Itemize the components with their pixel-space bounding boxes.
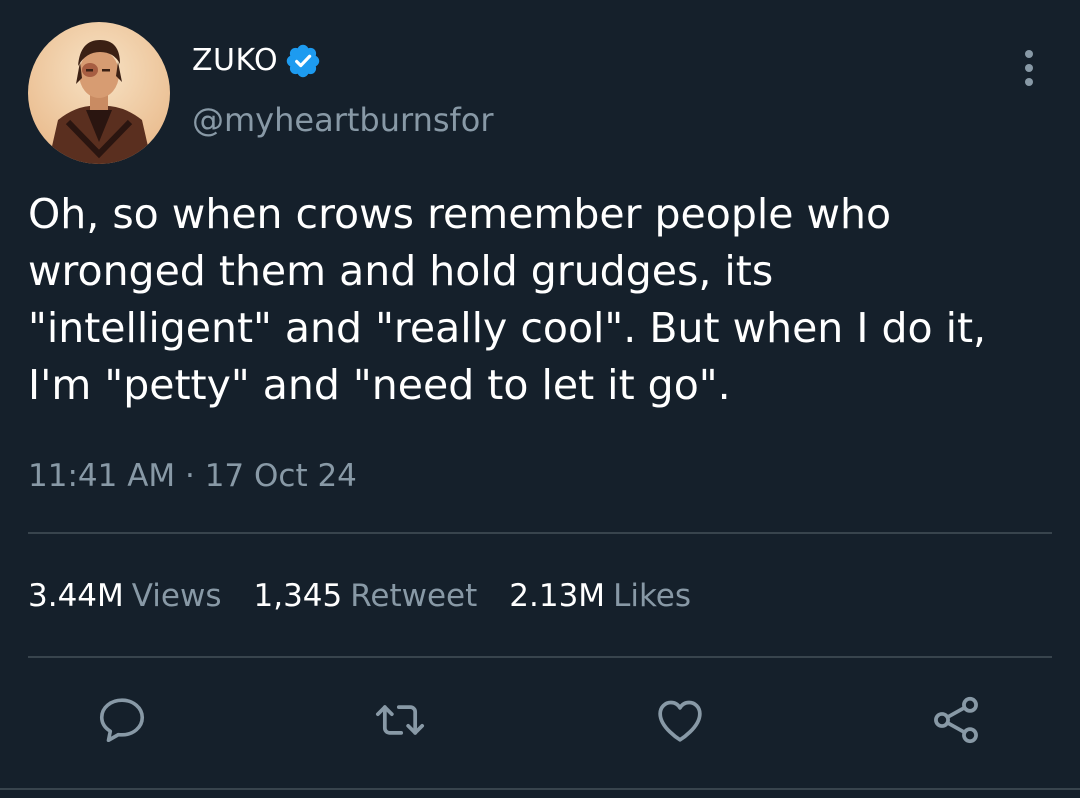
avatar[interactable] bbox=[28, 22, 170, 164]
display-name-text: ZUKO bbox=[192, 43, 279, 78]
share-button[interactable] bbox=[926, 690, 986, 750]
reply-icon bbox=[99, 698, 145, 743]
divider bbox=[28, 656, 1052, 658]
heart-icon bbox=[658, 700, 702, 742]
retweet-icon bbox=[375, 705, 425, 735]
more-options-button[interactable] bbox=[1020, 48, 1038, 88]
divider bbox=[28, 532, 1052, 534]
share-icon bbox=[934, 696, 978, 744]
user-handle[interactable]: @myheartburnsfor bbox=[192, 100, 494, 140]
tweet-text: Oh, so when crows remember people who wr… bbox=[28, 190, 987, 409]
display-name[interactable]: ZUKO bbox=[192, 42, 322, 80]
likes-label: Likes bbox=[613, 578, 692, 614]
retweets-stat[interactable]: 1,345 Retweet bbox=[254, 574, 478, 618]
likes-count: 2.13M bbox=[509, 578, 606, 614]
bottom-divider bbox=[0, 788, 1080, 790]
more-vertical-icon bbox=[1025, 50, 1033, 86]
tweet-timestamp[interactable]: 11:41 AM · 17 Oct 24 bbox=[28, 456, 357, 496]
retweet-button[interactable] bbox=[370, 690, 430, 750]
likes-stat[interactable]: 2.13M Likes bbox=[509, 574, 691, 618]
views-count: 3.44M bbox=[28, 578, 124, 614]
tweet-stats: 3.44M Views 1,345 Retweet 2.13M Likes bbox=[28, 574, 691, 618]
avatar-image bbox=[28, 22, 170, 164]
views-label: Views bbox=[131, 578, 222, 614]
verified-badge-icon bbox=[284, 42, 322, 80]
reply-button[interactable] bbox=[92, 690, 152, 750]
like-button[interactable] bbox=[650, 690, 710, 750]
action-bar bbox=[0, 690, 1080, 760]
retweets-count: 1,345 bbox=[253, 578, 343, 614]
views-stat[interactable]: 3.44M Views bbox=[28, 574, 222, 618]
retweets-label: Retweet bbox=[350, 578, 478, 614]
